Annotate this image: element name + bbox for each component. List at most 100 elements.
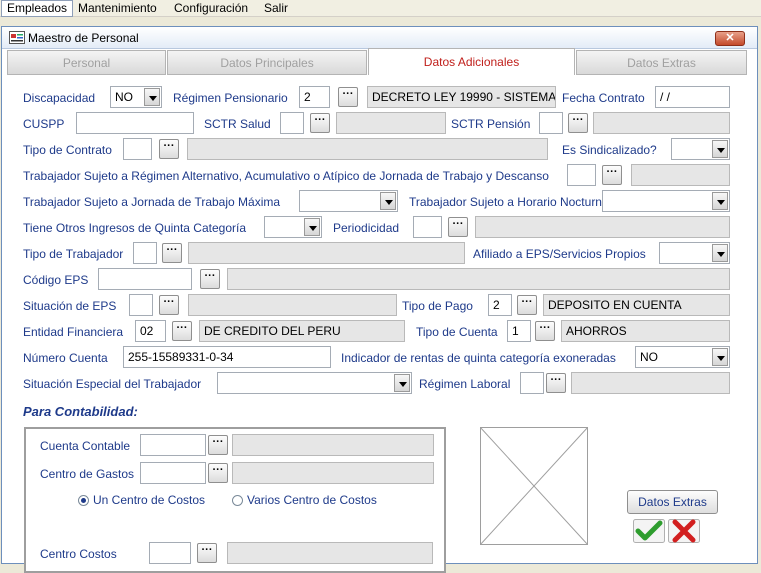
tab-content: Discapacidad NO Régimen Pensionario 2 ··… (2, 75, 757, 573)
otros-ingresos-label: Tiene Otros Ingresos de Quinta Categoría (23, 221, 247, 235)
chevron-down-icon (712, 192, 728, 210)
cuenta-contable-desc (232, 434, 434, 456)
jornada-maxima-select[interactable] (299, 190, 398, 212)
situacion-eps-lookup-button[interactable]: ··· (159, 295, 179, 315)
regimen-alternativo-label: Trabajador Sujeto a Régimen Alternativo,… (23, 169, 549, 183)
tipo-pago-desc: DEPOSITO EN CUENTA (543, 294, 730, 316)
tipo-contrato-desc (187, 138, 548, 160)
afiliado-eps-select[interactable] (659, 242, 730, 264)
situacion-especial-select[interactable] (217, 372, 412, 394)
tab-datos-extras[interactable]: Datos Extras (576, 50, 747, 75)
check-icon[interactable] (633, 519, 665, 543)
tab-datos-principales[interactable]: Datos Principales (167, 50, 367, 75)
tipo-trabajador-lookup-button[interactable]: ··· (162, 243, 182, 263)
menu-bar: Empleados Mantenimiento Configuración Sa… (0, 0, 761, 17)
fecha-contrato-input[interactable]: / / (655, 86, 730, 108)
sctr-salud-label: SCTR Salud (204, 117, 271, 131)
tipo-pago-code[interactable]: 2 (488, 294, 512, 316)
rentas-exoneradas-select[interactable]: NO (635, 346, 730, 368)
entidad-financiera-desc: DE CREDITO DEL PERU (199, 320, 405, 342)
tipo-contrato-lookup-button[interactable]: ··· (159, 139, 179, 159)
datos-extras-button[interactable]: Datos Extras (627, 490, 718, 514)
regimen-pensionario-desc: DECRETO LEY 19990 - SISTEMA (367, 86, 556, 108)
menu-salir[interactable]: Salir (259, 0, 293, 17)
es-sindicalizado-select[interactable] (671, 138, 730, 160)
entidad-financiera-lookup-button[interactable]: ··· (172, 321, 192, 341)
sctr-salud-code[interactable] (280, 112, 304, 134)
discapacidad-select[interactable]: NO (110, 86, 162, 108)
x-icon[interactable] (668, 519, 700, 543)
tab-datos-adicionales[interactable]: Datos Adicionales (368, 48, 575, 76)
tipo-cuenta-code[interactable]: 1 (507, 320, 531, 342)
centro-gastos-lookup-button[interactable]: ··· (208, 463, 228, 483)
centro-costos-desc (227, 542, 433, 564)
codigo-eps-label: Código EPS (23, 273, 89, 287)
situacion-especial-label: Situación Especial del Trabajador (23, 377, 202, 391)
regimen-alternativo-code[interactable] (567, 164, 596, 186)
numero-cuenta-input[interactable]: 255-15589331-0-34 (123, 346, 331, 368)
close-button[interactable]: ✕ (715, 31, 745, 46)
sctr-salud-desc (336, 112, 446, 134)
chevron-down-icon (380, 192, 396, 210)
regimen-pensionario-lookup-button[interactable]: ··· (338, 87, 358, 107)
cuenta-contable-lookup-button[interactable]: ··· (208, 435, 228, 455)
maestro-personal-window: Maestro de Personal ✕ Personal Datos Pri… (1, 26, 758, 573)
tipo-pago-lookup-button[interactable]: ··· (517, 295, 537, 315)
situacion-eps-desc (188, 294, 397, 316)
fecha-contrato-label: Fecha Contrato (562, 91, 645, 105)
tipo-contrato-code[interactable] (123, 138, 152, 160)
regimen-laboral-lookup-button[interactable]: ··· (546, 373, 566, 393)
codigo-eps-desc (227, 268, 730, 290)
sctr-pension-label: SCTR Pensión (451, 117, 531, 131)
discapacidad-value: NO (115, 90, 133, 104)
chevron-down-icon (304, 218, 320, 236)
regimen-alternativo-lookup-button[interactable]: ··· (602, 165, 622, 185)
tipo-cuenta-lookup-button[interactable]: ··· (535, 321, 555, 341)
radio-un-centro-costos-label: Un Centro de Costos (93, 493, 206, 507)
tipo-trabajador-desc (188, 242, 465, 264)
otros-ingresos-select[interactable] (264, 216, 322, 238)
sctr-pension-lookup-button[interactable]: ··· (568, 113, 588, 133)
cuenta-contable-code[interactable] (140, 434, 206, 456)
sctr-pension-code[interactable] (539, 112, 563, 134)
tab-personal[interactable]: Personal (7, 50, 166, 75)
horario-nocturno-label: Trabajador Sujeto a Horario Nocturno (409, 195, 609, 209)
codigo-eps-lookup-button[interactable]: ··· (200, 269, 220, 289)
cuspp-input[interactable] (76, 112, 194, 134)
discapacidad-label: Discapacidad (23, 91, 96, 105)
tipo-trabajador-code[interactable] (133, 242, 157, 264)
situacion-eps-code[interactable] (129, 294, 153, 316)
centro-costos-lookup-button[interactable]: ··· (197, 543, 217, 563)
app-icon (9, 31, 25, 44)
menu-configuracion[interactable]: Configuración (169, 0, 253, 17)
centro-gastos-desc (232, 462, 434, 484)
sctr-salud-lookup-button[interactable]: ··· (310, 113, 330, 133)
radio-varios-centro-costos[interactable] (232, 495, 243, 506)
menu-mantenimiento[interactable]: Mantenimiento (73, 0, 162, 17)
regimen-pensionario-code[interactable]: 2 (299, 86, 330, 108)
situacion-eps-label: Situación de EPS (23, 299, 117, 313)
periodicidad-lookup-button[interactable]: ··· (448, 217, 468, 237)
window-title: Maestro de Personal (28, 31, 139, 45)
chevron-down-icon (712, 244, 728, 262)
periodicidad-desc (475, 216, 730, 238)
periodicidad-code[interactable] (413, 216, 442, 238)
menu-empleados[interactable]: Empleados (1, 0, 74, 17)
regimen-laboral-code[interactable] (520, 372, 544, 394)
numero-cuenta-label: Número Cuenta (23, 351, 108, 365)
radio-un-centro-costos[interactable] (78, 495, 89, 506)
centro-gastos-code[interactable] (140, 462, 206, 484)
tipo-cuenta-desc: AHORROS (561, 320, 730, 342)
contabilidad-title: Para Contabilidad: (23, 404, 138, 419)
entidad-financiera-code[interactable]: 02 (135, 320, 166, 342)
periodicidad-label: Periodicidad (333, 221, 400, 235)
photo-placeholder[interactable] (480, 427, 588, 545)
entidad-financiera-label: Entidad Financiera (23, 325, 124, 339)
tipo-trabajador-label: Tipo de Trabajador (23, 247, 124, 261)
rentas-exoneradas-value: NO (640, 350, 658, 364)
centro-costos-code[interactable] (149, 542, 191, 564)
cuspp-label: CUSPP (23, 117, 65, 131)
codigo-eps-code[interactable] (98, 268, 192, 290)
horario-nocturno-select[interactable] (602, 190, 730, 212)
title-bar: Maestro de Personal ✕ (2, 27, 757, 49)
